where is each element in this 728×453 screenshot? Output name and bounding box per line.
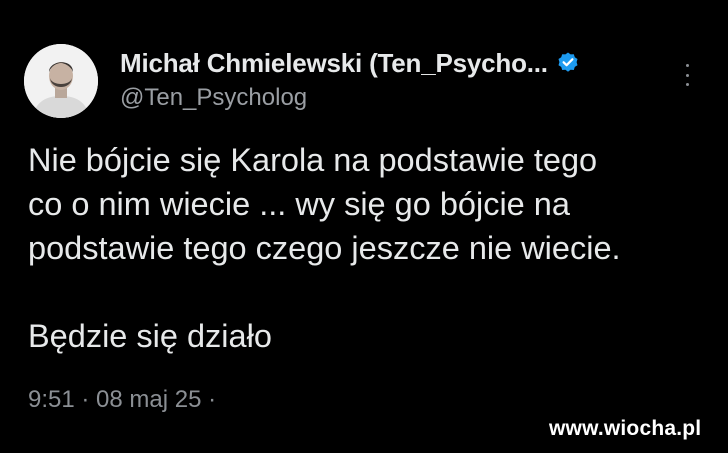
tweet-body-line: co o nim wiecie ... wy się go bójcie na (28, 186, 570, 222)
author-name-row: Michał Chmielewski (Ten_Psycho... (120, 46, 580, 80)
author-display-name[interactable]: Michał Chmielewski (Ten_Psycho... (120, 48, 548, 79)
verified-badge-icon (556, 51, 580, 75)
tweet-card: Michał Chmielewski (Ten_Psycho... @Ten_P… (0, 0, 728, 453)
watermark: www.wiocha.pl (549, 417, 702, 440)
tweet-body-closing: Będzie się działo (28, 318, 272, 354)
tweet-body: Nie bójcie się Karola na podstawie tego … (28, 138, 718, 358)
avatar-image (24, 44, 98, 118)
more-dots-icon[interactable] (682, 64, 692, 86)
tweet-body-line: Nie bójcie się Karola na podstawie tego (28, 142, 598, 178)
tweet-body-line: podstawie tego czego jeszcze nie wiecie. (28, 230, 621, 266)
author-handle[interactable]: @Ten_Psycholog (120, 84, 307, 112)
avatar[interactable] (24, 44, 98, 118)
tweet-timestamp[interactable]: 9:51 · 08 maj 25 · (28, 386, 216, 414)
